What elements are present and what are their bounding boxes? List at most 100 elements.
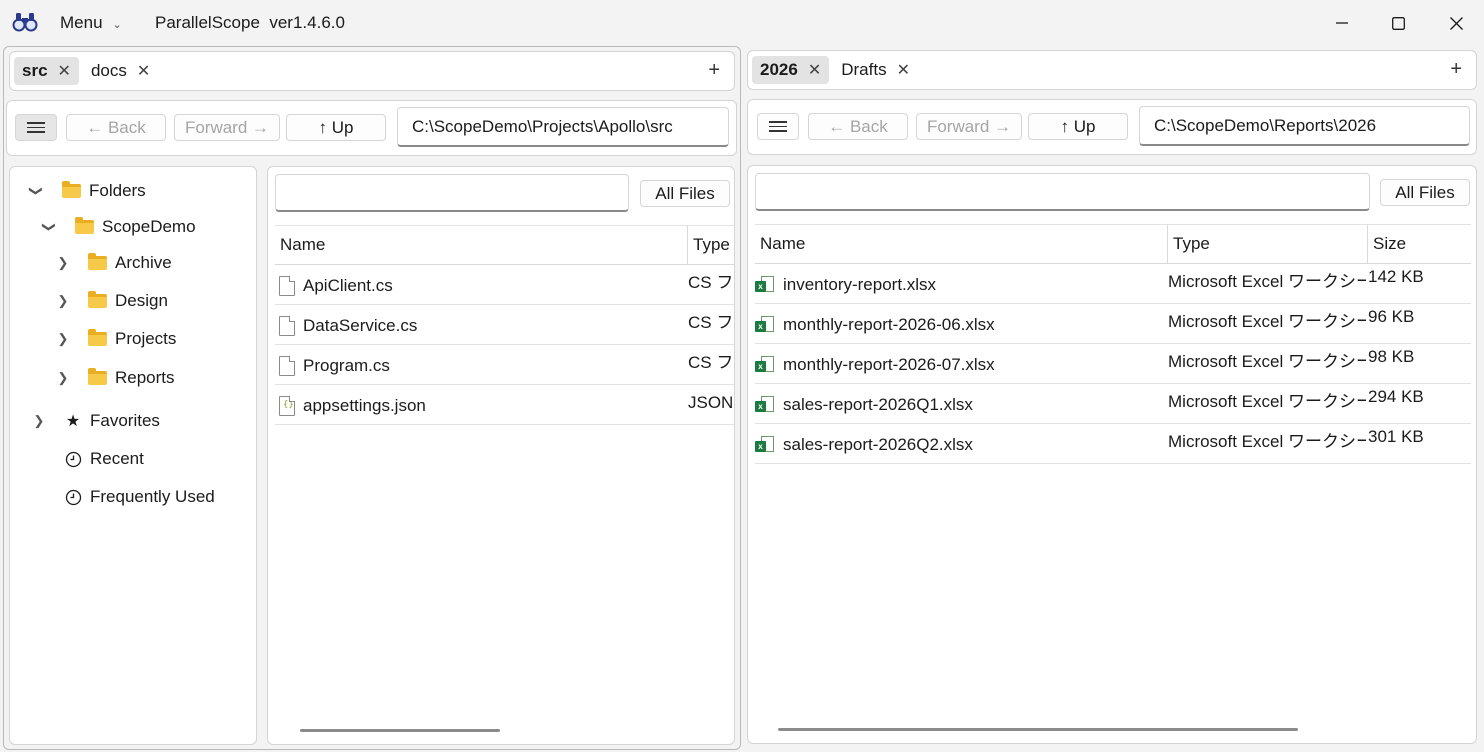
- tree-item-label: Projects: [115, 329, 177, 348]
- table-row[interactable]: x inventory-report.xlsx Microsoft Excel …: [755, 264, 1471, 304]
- forward-button[interactable]: Forward →: [916, 113, 1022, 140]
- file-icon: [279, 356, 295, 376]
- left-nav-bar: ← Back Forward → ↑ Up C:\ScopeDemo\Proje…: [6, 100, 737, 156]
- clock-icon: [65, 489, 82, 505]
- column-name[interactable]: Name: [275, 226, 688, 264]
- folder-icon: [62, 181, 81, 198]
- menu-button[interactable]: Menu ⌄: [60, 12, 122, 34]
- excel-file-icon: x: [755, 436, 775, 454]
- close-icon: [1449, 16, 1463, 30]
- column-type[interactable]: Type: [688, 226, 734, 264]
- tab-drafts[interactable]: Drafts ✕: [833, 56, 918, 84]
- file-size: 142 KB: [1368, 267, 1424, 286]
- file-name: monthly-report-2026-06.xlsx: [783, 315, 995, 334]
- file-size: 96 KB: [1368, 307, 1415, 326]
- folder-icon: [88, 291, 107, 308]
- table-row[interactable]: x sales-report-2026Q1.xlsx Microsoft Exc…: [755, 384, 1471, 424]
- filter-input[interactable]: [275, 174, 629, 212]
- file-name: Program.cs: [303, 356, 390, 375]
- table-row[interactable]: x monthly-report-2026-06.xlsx Microsoft …: [755, 304, 1471, 344]
- menu-label: Menu: [60, 13, 103, 32]
- chevron-right-icon[interactable]: ❯: [32, 413, 46, 429]
- path-input[interactable]: C:\ScopeDemo\Projects\Apollo\src: [397, 107, 729, 147]
- back-button[interactable]: ← Back: [808, 113, 908, 140]
- tree-item-scopedemo[interactable]: ❯ ScopeDemo: [10, 215, 196, 239]
- tree-item-recent[interactable]: Recent: [10, 447, 144, 471]
- title-bar: Menu ⌄ ParallelScope ver1.4.6.0: [0, 0, 1484, 46]
- left-pane: src ✕ docs ✕ + ← Back Forward → ↑ Up C:\…: [3, 46, 741, 750]
- file-type-filter-button[interactable]: All Files: [640, 180, 730, 207]
- tree-item-label: Reports: [115, 368, 175, 387]
- close-tab-icon[interactable]: ✕: [137, 61, 150, 81]
- file-type: Microsoft Excel ワークシート: [1168, 312, 1366, 331]
- sidebar-toggle-button[interactable]: [15, 114, 57, 141]
- file-size: 98 KB: [1368, 347, 1415, 366]
- chevron-down-icon[interactable]: ❯: [28, 184, 44, 198]
- tree-item-label: Folders: [89, 181, 146, 200]
- tree-item-projects[interactable]: ❯ Projects: [10, 327, 176, 351]
- right-file-list: All Files Name Type Size x inventory-rep…: [747, 165, 1477, 744]
- table-row[interactable]: ApiClient.cs CS ファイル: [275, 265, 734, 305]
- back-button[interactable]: ← Back: [66, 114, 166, 141]
- chevron-right-icon[interactable]: ❯: [56, 331, 70, 347]
- tab-docs[interactable]: docs ✕: [83, 57, 158, 85]
- folder-tree: ❯ Folders ❯ ScopeDemo ❯ Archive ❯ Design…: [9, 166, 257, 745]
- tree-item-archive[interactable]: ❯ Archive: [10, 251, 172, 275]
- binoculars-icon[interactable]: [12, 11, 38, 33]
- close-tab-icon[interactable]: ✕: [808, 60, 821, 80]
- add-tab-icon[interactable]: +: [1450, 59, 1462, 79]
- chevron-right-icon[interactable]: ❯: [56, 370, 70, 386]
- tab-label: src: [22, 61, 48, 80]
- column-header: Name Type Size: [755, 224, 1471, 264]
- tree-item-label: ScopeDemo: [102, 217, 196, 236]
- column-name[interactable]: Name: [755, 225, 1168, 263]
- table-row[interactable]: DataService.cs CS ファイル: [275, 305, 734, 345]
- column-type[interactable]: Type: [1168, 225, 1368, 263]
- tree-item-frequently-used[interactable]: Frequently Used: [10, 485, 215, 509]
- horizontal-scrollbar[interactable]: [778, 728, 1298, 731]
- file-type: Microsoft Excel ワークシート: [1168, 352, 1366, 371]
- tree-item-design[interactable]: ❯ Design: [10, 289, 168, 313]
- right-nav-bar: ← Back Forward → ↑ Up C:\ScopeDemo\Repor…: [747, 99, 1477, 155]
- path-input[interactable]: C:\ScopeDemo\Reports\2026: [1139, 106, 1470, 146]
- tab-2026[interactable]: 2026 ✕: [752, 56, 830, 84]
- up-button[interactable]: ↑ Up: [1028, 113, 1128, 140]
- chevron-right-icon[interactable]: ❯: [56, 293, 70, 309]
- hamburger-icon: [27, 122, 45, 133]
- tab-label: docs: [90, 61, 127, 80]
- file-icon: [279, 316, 295, 336]
- chevron-right-icon[interactable]: ❯: [56, 255, 70, 271]
- minimize-icon: [1336, 22, 1348, 24]
- sidebar-toggle-button[interactable]: [757, 113, 799, 140]
- tree-item-reports[interactable]: ❯ Reports: [10, 366, 175, 390]
- tab-label: Drafts: [841, 60, 887, 79]
- close-tab-icon[interactable]: ✕: [897, 60, 910, 80]
- close-tab-icon[interactable]: ✕: [58, 61, 71, 81]
- minimize-button[interactable]: [1322, 8, 1362, 38]
- chevron-down-icon[interactable]: ❯: [41, 220, 57, 234]
- table-row[interactable]: x monthly-report-2026-07.xlsx Microsoft …: [755, 344, 1471, 384]
- add-tab-icon[interactable]: +: [708, 60, 720, 80]
- tree-item-folders[interactable]: ❯ Folders: [10, 179, 146, 203]
- tab-src[interactable]: src ✕: [14, 57, 79, 85]
- table-row[interactable]: Program.cs CS ファイル: [275, 345, 734, 385]
- maximize-button[interactable]: [1378, 8, 1418, 38]
- file-name: DataService.cs: [303, 316, 418, 335]
- table-row[interactable]: x sales-report-2026Q2.xlsx Microsoft Exc…: [755, 424, 1471, 464]
- file-name: appsettings.json: [303, 396, 426, 415]
- hamburger-icon: [769, 121, 787, 132]
- file-type: CS ファイル: [688, 313, 734, 332]
- up-button[interactable]: ↑ Up: [286, 114, 386, 141]
- right-tab-bar: 2026 ✕ Drafts ✕ +: [747, 50, 1477, 90]
- filter-input[interactable]: [755, 173, 1370, 211]
- table-row[interactable]: appsettings.json JSON ファイル: [275, 385, 734, 425]
- folder-icon: [88, 253, 107, 270]
- file-type-filter-button[interactable]: All Files: [1380, 179, 1470, 206]
- file-type: CS ファイル: [688, 273, 734, 292]
- tree-item-favorites[interactable]: ❯ ★ Favorites: [10, 409, 160, 433]
- close-button[interactable]: [1436, 8, 1476, 38]
- forward-button[interactable]: Forward →: [174, 114, 280, 141]
- column-size[interactable]: Size: [1368, 225, 1471, 263]
- folder-icon: [75, 217, 94, 234]
- horizontal-scrollbar[interactable]: [300, 729, 500, 732]
